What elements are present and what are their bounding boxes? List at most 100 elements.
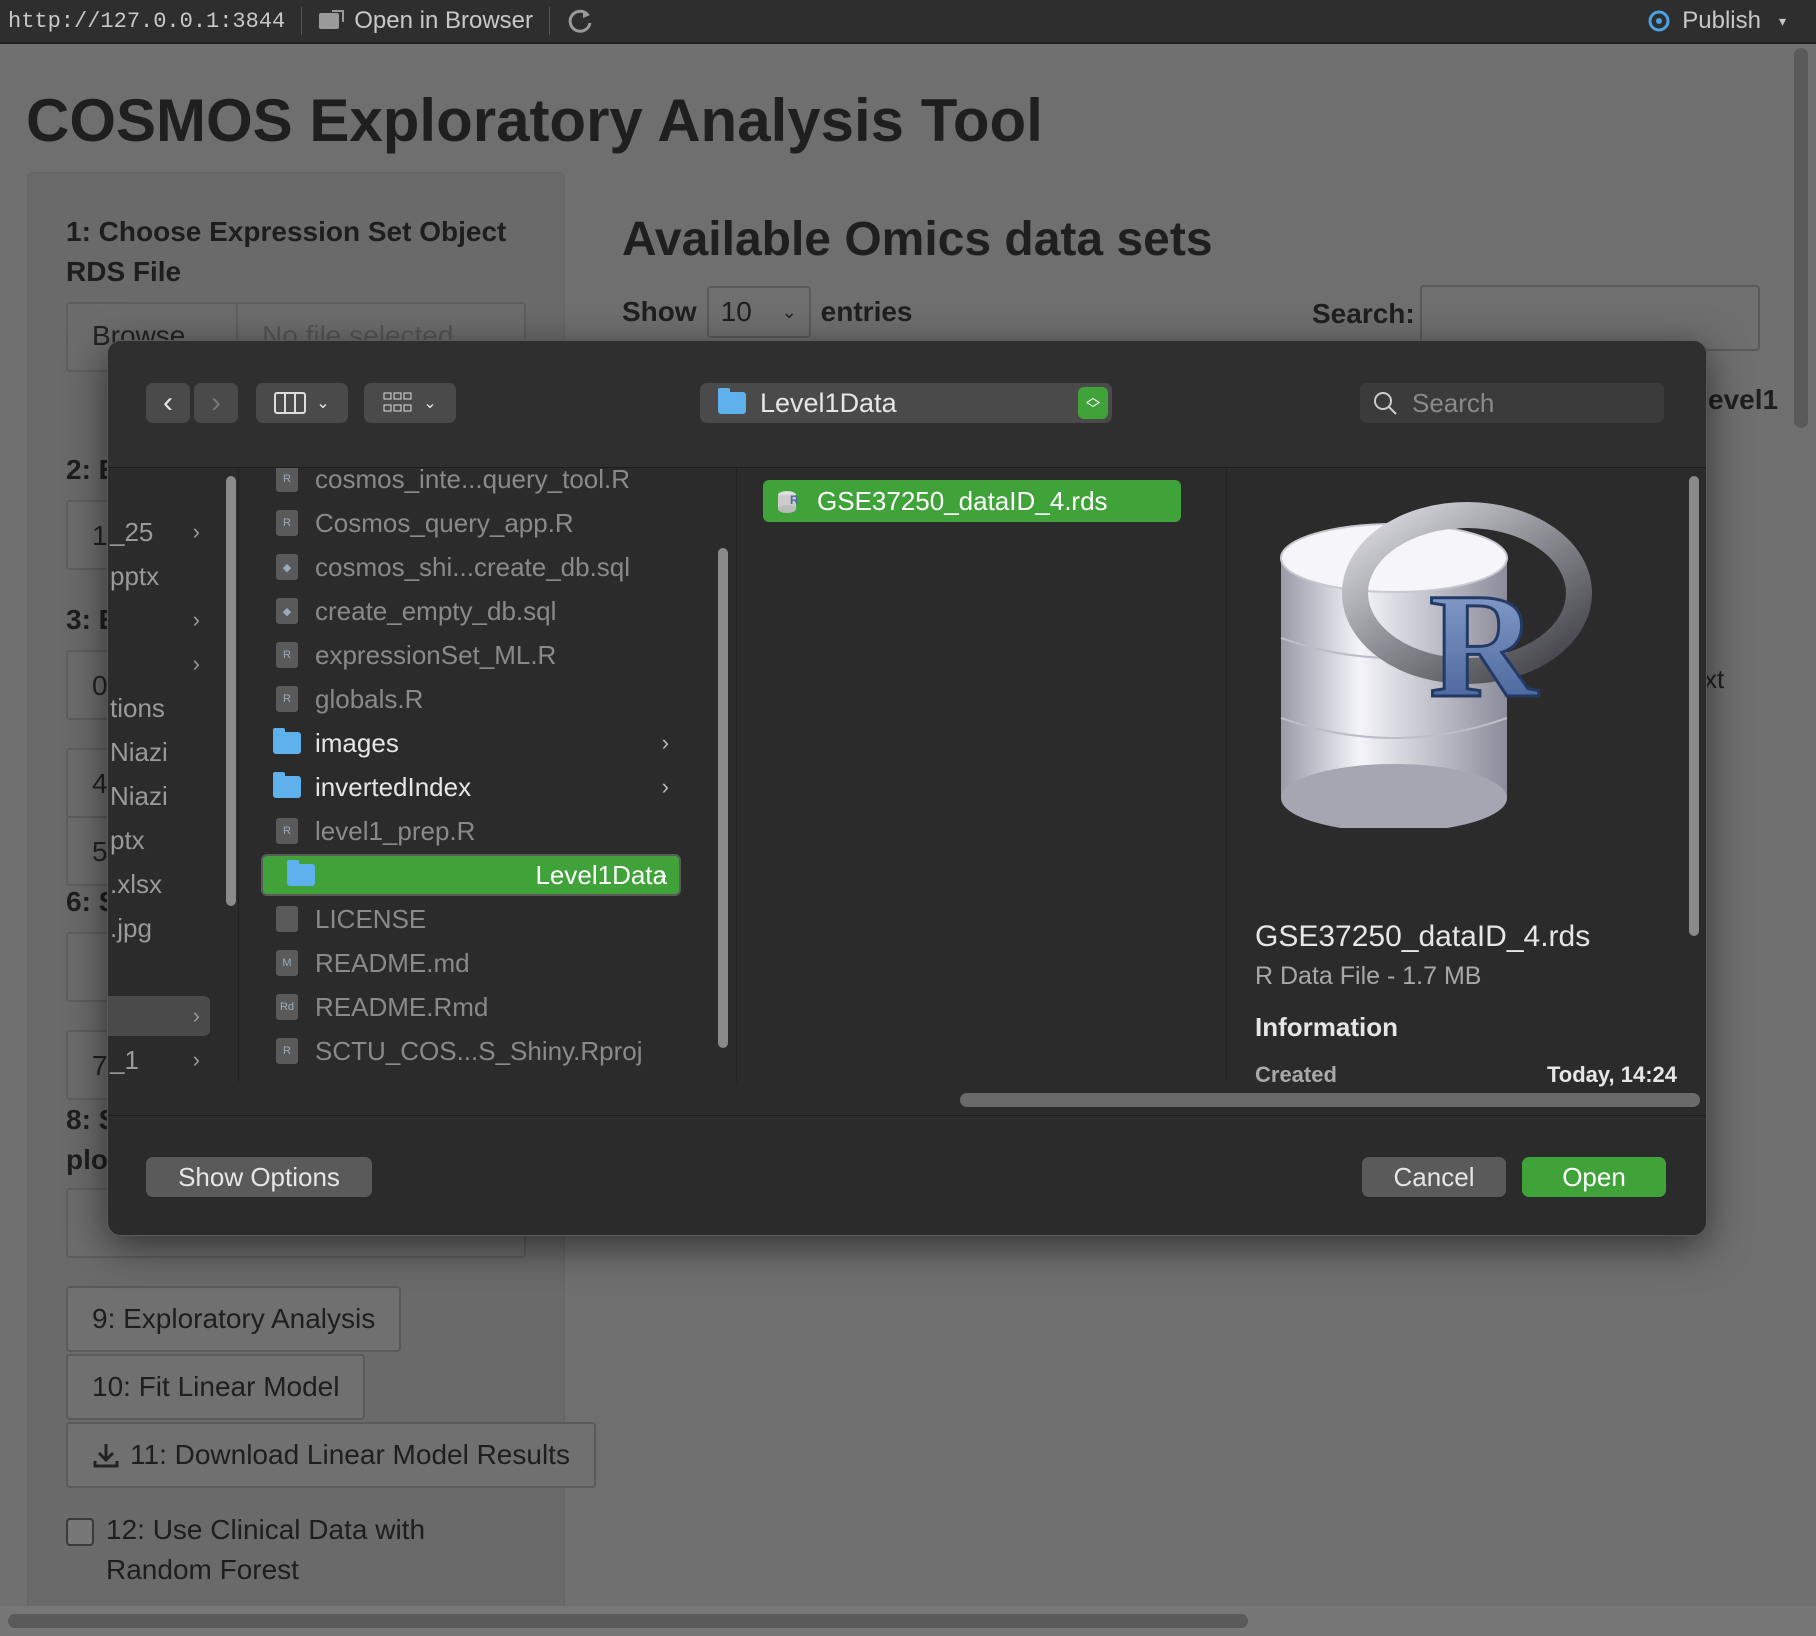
publish-icon	[1648, 10, 1670, 32]
open-button[interactable]: Open	[1522, 1157, 1666, 1197]
chevron-left-icon: ‹	[163, 386, 173, 419]
file-name: expressionSet_ML.R	[315, 639, 557, 670]
file-name: create_empty_db.sql	[315, 595, 557, 626]
sql-file-icon: ◆	[273, 597, 301, 625]
file-row-selected[interactable]: R GSE37250_dataID_4.rds	[763, 480, 1181, 522]
file-name: Level1Data	[535, 859, 667, 890]
back-button[interactable]: ‹	[146, 383, 190, 423]
parent-column-item[interactable]: .jpg	[108, 908, 210, 948]
parent-column-item[interactable]: pptx	[108, 556, 210, 596]
location-popup[interactable]: Level1Data ︿ ﹀	[700, 383, 1112, 423]
preview-created-value: Today, 14:24	[1546, 1062, 1677, 1087]
folder-icon	[718, 388, 746, 414]
dialog-search-field[interactable]: Search	[1360, 383, 1664, 423]
selected-file-name: GSE37250_dataID_4.rds	[817, 485, 1108, 516]
view-mode-button[interactable]: ⌄	[256, 383, 348, 423]
parent-column-item-label: _25	[110, 516, 154, 547]
file-row[interactable]: Rcosmos_inte...query_tool.R	[261, 468, 681, 500]
rproj-file-icon: R	[273, 1037, 301, 1065]
file-open-dialog: ‹ › ⌄ ⌄ Level1Data ︿ ﹀ Search _25 › pptx › › t…	[107, 340, 1707, 1236]
file-name: README.md	[315, 947, 470, 978]
selected-folder-column: R GSE37250_dataID_4.rds	[736, 468, 1231, 1082]
chevron-right-icon: ›	[211, 386, 221, 419]
column-horizontal-scrollbar[interactable]	[960, 1093, 1700, 1107]
file-row[interactable]: LICENSE	[261, 898, 681, 940]
parent-column-item[interactable]: tions	[108, 688, 210, 728]
entries-value: 10	[720, 296, 752, 327]
preview-scrollbar[interactable]	[1689, 476, 1699, 936]
folder-row[interactable]: images ›	[261, 722, 681, 764]
parent-column-item[interactable]: _25 ›	[108, 512, 210, 552]
open-in-browser-button[interactable]: Open in Browser	[318, 7, 533, 35]
datasets-heading: Available Omics data sets	[622, 213, 1213, 266]
parent-column-item[interactable]: .xlsx	[108, 864, 210, 904]
chevron-down-icon: ⌄	[423, 395, 437, 412]
refresh-icon[interactable]	[566, 7, 594, 35]
show-options-button[interactable]: Show Options	[146, 1157, 372, 1197]
download-results-button[interactable]: 11: Download Linear Model Results	[66, 1422, 596, 1488]
search-placeholder: Search	[1412, 387, 1495, 418]
file-row[interactable]: R SCTU_COS...S_Shiny.Rproj	[261, 1030, 681, 1072]
parent-column-item-label: Niazi	[110, 780, 168, 811]
cancel-button[interactable]: Cancel	[1362, 1157, 1506, 1197]
r-file-icon: R	[273, 685, 301, 713]
clinical-data-checkbox[interactable]	[66, 1518, 94, 1546]
parent-column-item-label: tions	[110, 692, 165, 723]
chevron-right-icon: ›	[661, 730, 669, 755]
sql-file-icon: ◆	[273, 553, 301, 581]
folder-row[interactable]: Level1Data ›	[261, 854, 681, 896]
popup-stepper-icon: ︿ ﹀	[1078, 387, 1108, 419]
parent-column-item[interactable]: ptx	[108, 820, 210, 860]
parent-column-scrollbar[interactable]	[226, 476, 236, 906]
parent-column-item[interactable]: ›	[108, 600, 210, 640]
exploratory-analysis-button[interactable]: 9: Exploratory Analysis	[66, 1286, 402, 1352]
parent-column-item-label: .jpg	[110, 912, 152, 943]
file-row[interactable]: RexpressionSet_ML.R	[261, 634, 681, 676]
url-text[interactable]: http://127.0.0.1:3844	[8, 9, 285, 34]
column-header-partial: evel1	[1708, 384, 1779, 415]
parent-column-item[interactable]: Niazi	[108, 732, 210, 772]
pagination-partial: xt	[1704, 664, 1725, 694]
r-file-icon: R	[273, 817, 301, 845]
parent-column-item[interactable]	[108, 952, 210, 992]
search-label: Search:	[1312, 298, 1415, 329]
forward-button[interactable]: ›	[194, 383, 238, 423]
parent-column-item-label: pptx	[110, 560, 160, 591]
clinical-data-label-line1: 12: Use Clinical Data with	[106, 1514, 426, 1545]
chevron-right-icon: ›	[192, 1003, 200, 1028]
rds-file-icon: R	[775, 487, 803, 515]
file-row[interactable]: M README.md	[261, 942, 681, 984]
file-row[interactable]: ◆ create_empty_db.sql	[261, 590, 681, 632]
preview-info-heading: Information	[1255, 1012, 1398, 1042]
cancel-label: Cancel	[1393, 1161, 1475, 1192]
parent-column-item[interactable]: _1 ›	[108, 1040, 210, 1080]
file-row[interactable]: ◆ cosmos_shi...create_db.sql	[261, 546, 681, 588]
parent-column-item[interactable]: Niazi	[108, 776, 210, 816]
file-row[interactable]: Rlevel1_prep.R	[261, 810, 681, 852]
publish-button[interactable]: Publish ▾	[1644, 0, 1786, 42]
folder-row[interactable]: invertedIndex ›	[261, 766, 681, 808]
svg-text:R: R	[1429, 563, 1539, 729]
file-row[interactable]: R Cosmos_query_app.R	[261, 502, 681, 544]
page-vertical-scrollbar[interactable]	[1794, 48, 1812, 428]
parent-column-item[interactable]: ›	[108, 644, 210, 684]
fit-linear-model-button[interactable]: 10: Fit Linear Model	[66, 1354, 366, 1420]
step5-value: 5	[92, 836, 108, 867]
location-label: Level1Data	[760, 387, 897, 418]
step2-value: 1	[92, 520, 108, 551]
chevron-right-icon: ›	[192, 519, 200, 544]
rmd-file-icon: Rd	[273, 993, 301, 1021]
page-horizontal-scrollbar[interactable]	[0, 1606, 1816, 1636]
entries-select[interactable]: 10 ⌄	[706, 286, 811, 338]
publish-label: Publish	[1682, 7, 1761, 34]
parent-column-item[interactable]: ›	[108, 996, 210, 1036]
open-in-browser-label: Open in Browser	[354, 7, 533, 34]
chevron-right-icon: ›	[192, 651, 200, 676]
file-row[interactable]: Rd README.Rmd	[261, 986, 681, 1028]
group-button[interactable]: ⌄	[364, 383, 456, 423]
grid-icon	[383, 392, 412, 412]
folder-column-scrollbar[interactable]	[718, 548, 728, 1048]
file-row[interactable]: Rglobals.R	[261, 678, 681, 720]
show-label: Show	[622, 296, 697, 327]
dialog-toolbar: ‹ › ⌄ ⌄ Level1Data ︿ ﹀ Search	[108, 341, 1706, 468]
